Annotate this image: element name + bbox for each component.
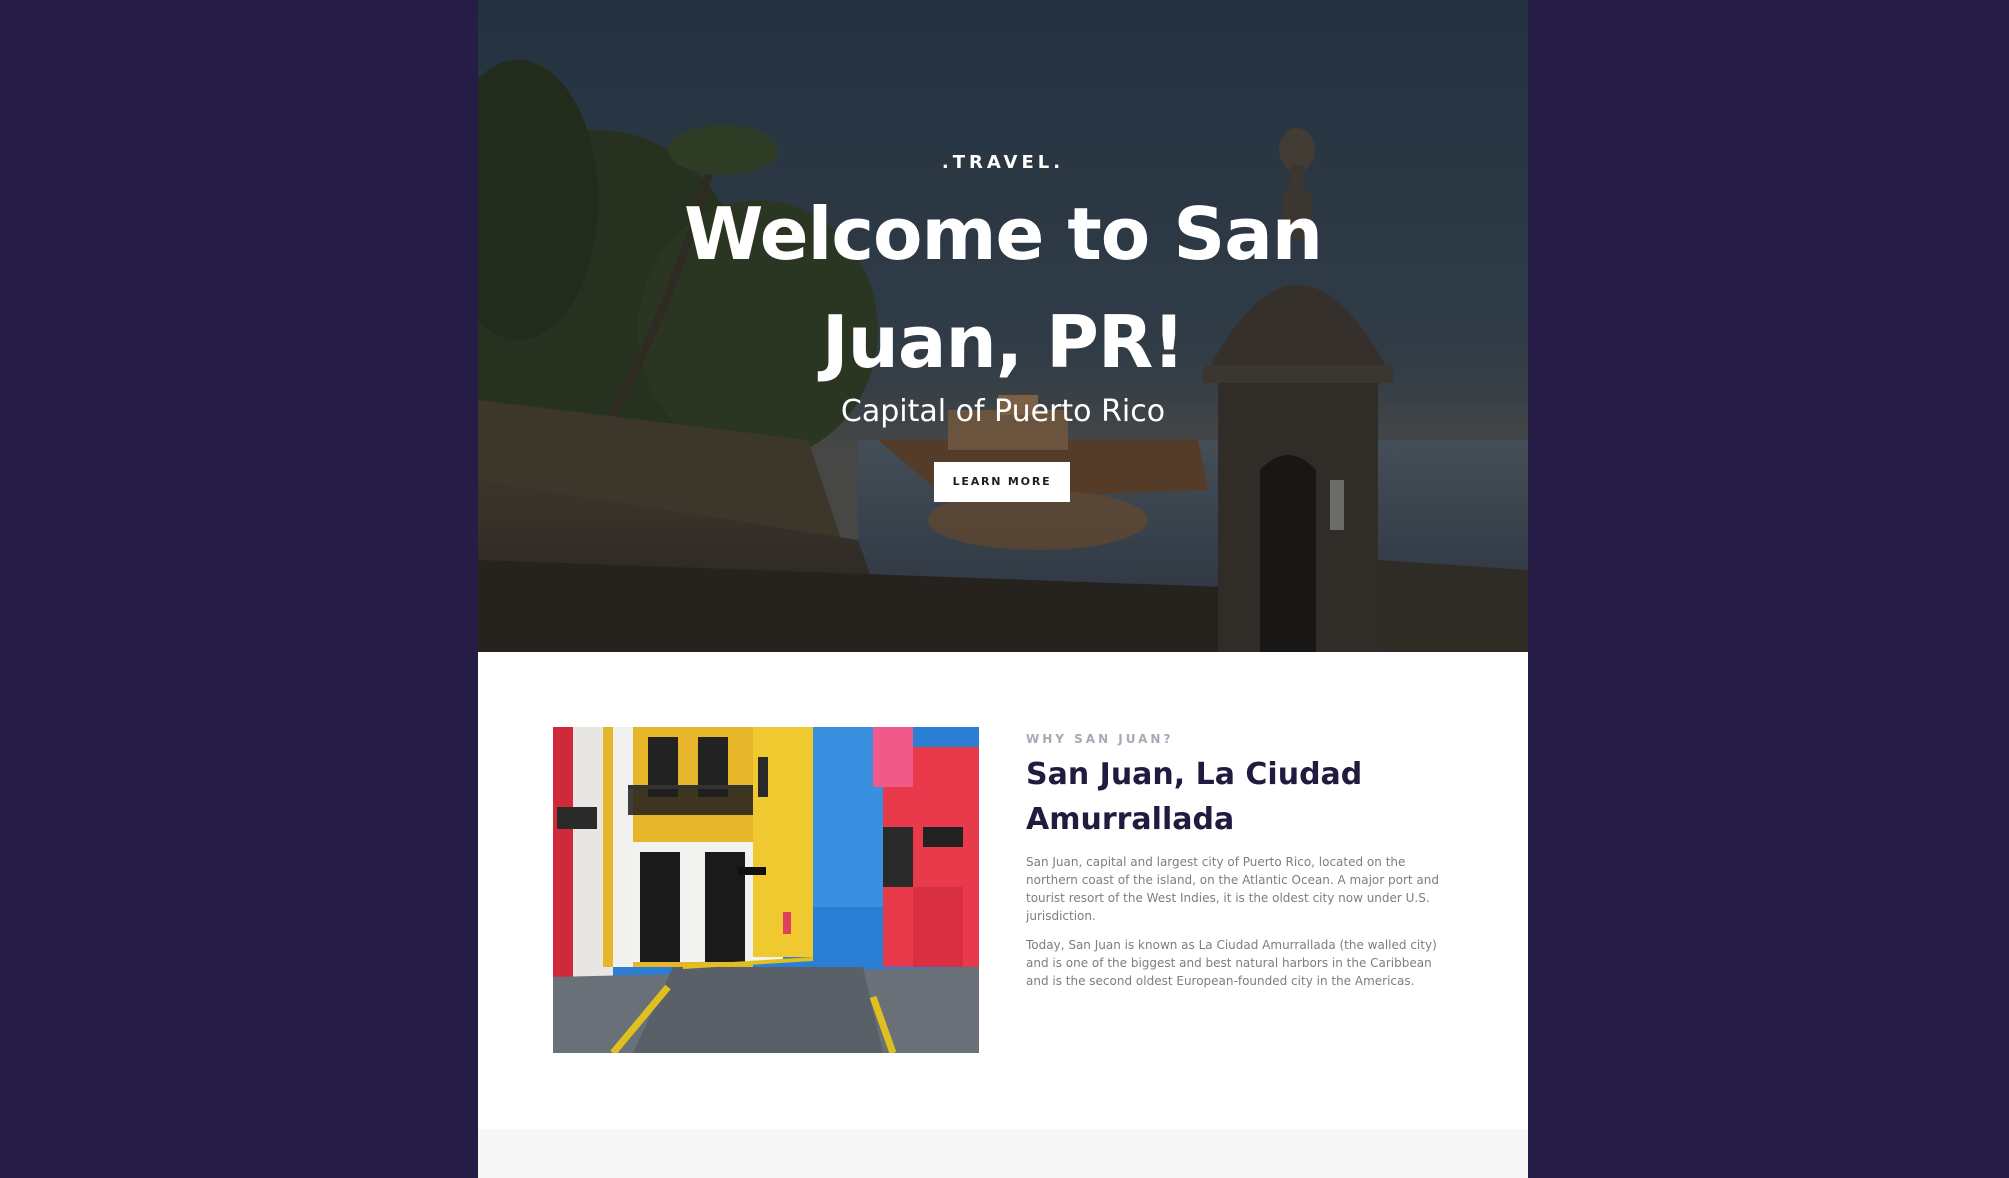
learn-more-button[interactable]: LEARN MORE xyxy=(934,462,1070,502)
page-container: .TRAVEL. Welcome to San Juan, PR! Capita… xyxy=(478,0,1528,1178)
about-paragraph-1: San Juan, capital and largest city of Pu… xyxy=(1026,855,1440,923)
hero-title: Welcome to San Juan, PR! xyxy=(683,192,1323,384)
next-section-band xyxy=(478,1129,1528,1178)
about-paragraph-2: Today, San Juan is known as La Ciudad Am… xyxy=(1026,938,1437,988)
about-title: San Juan, La Ciudad Amurrallada xyxy=(1026,757,1363,837)
hero-section: .TRAVEL. Welcome to San Juan, PR! Capita… xyxy=(478,0,1528,652)
hero-subtitle: Capital of Puerto Rico xyxy=(840,394,1166,429)
street-photo xyxy=(553,727,979,1053)
hero-eyebrow: .TRAVEL. xyxy=(941,152,1065,173)
about-eyebrow: WHY SAN JUAN? xyxy=(1026,732,1174,746)
